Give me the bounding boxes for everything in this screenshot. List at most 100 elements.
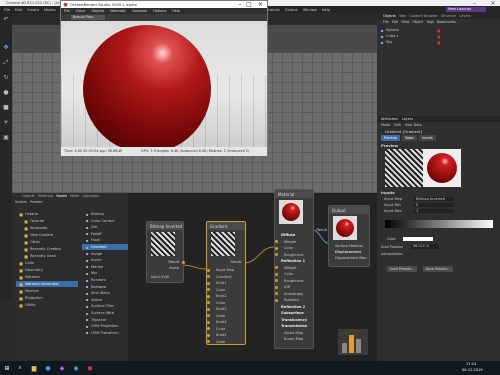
material-input-pin[interactable] (275, 292, 278, 295)
menu-file[interactable]: File (4, 8, 10, 12)
render-mode-select[interactable]: Beauty Pass (71, 15, 105, 20)
attributes-subtab-preview[interactable]: Preview (381, 135, 401, 141)
node-list-item-surface-wire[interactable]: ▪ Surface Wire (82, 310, 134, 316)
node-editor-tab-materials[interactable]: Materials (38, 194, 54, 198)
octane-menu-materials[interactable]: Materials (110, 9, 126, 13)
scale-icon[interactable]: ⤢ (1, 58, 11, 67)
render-output[interactable] (61, 21, 267, 147)
node-list-item-spline[interactable]: ▪ Spline (82, 297, 134, 303)
material-input-weight[interactable]: Weight (275, 265, 314, 271)
node-editor-tab-objects[interactable]: Objects (22, 194, 35, 198)
objects-menu-view[interactable]: View (401, 20, 409, 24)
tree-item-material[interactable]: ■ Material (16, 274, 78, 280)
gradient-input-pin[interactable] (207, 314, 210, 317)
node-list-item-surface-tiles[interactable]: ▪ Surface Tiles (82, 303, 134, 309)
light-icon[interactable]: ☀ (1, 118, 11, 127)
folder-icon[interactable]: ▆ (30, 364, 38, 372)
gradient-input-pin[interactable] (207, 268, 210, 272)
objects-tab-structure[interactable]: Structure (441, 14, 457, 18)
output-node[interactable]: Output Surface Material Displacement Dis… (328, 205, 370, 267)
tree-item-recently-used[interactable]: ■ Recently Used (16, 253, 78, 259)
attributes-menu-edit[interactable]: Edit (394, 123, 401, 127)
tree-item-color[interactable]: ■ Color (16, 260, 78, 266)
gradient-input-color-7[interactable]: Color (207, 313, 245, 319)
node-list-item-uvw-transform[interactable]: ▪ UVW Transform (82, 330, 134, 336)
tree-item-utility[interactable]: ■ Utility (16, 302, 78, 308)
gradient-input-pin[interactable] (207, 307, 210, 311)
attribute-value[interactable]: 1 (414, 209, 454, 213)
octane-menu-objects[interactable]: Objects (91, 9, 104, 13)
attributes-tab-attributes[interactable]: Attributes (381, 117, 398, 121)
gradient-input-pin[interactable] (207, 281, 210, 285)
material-input-roughness[interactable]: Roughness (275, 278, 314, 284)
tree-item-projection[interactable]: ■ Projection (16, 295, 78, 301)
browser-icon[interactable]: ● (44, 364, 52, 372)
gradient-input-pin[interactable] (207, 288, 210, 291)
node-list-item-sine-wave[interactable]: ▪ Sine Wave (82, 290, 134, 296)
material-input-color[interactable]: Color (275, 245, 314, 251)
cube-icon[interactable]: ■ (1, 103, 11, 112)
material-tag-icon[interactable]: ● (437, 34, 441, 39)
objects-menu-object[interactable]: Object (412, 20, 423, 24)
menu-create[interactable]: Create (27, 8, 39, 12)
material-input-pin[interactable] (275, 279, 278, 282)
menu-help[interactable]: Help (322, 8, 330, 12)
octane-menu-file[interactable]: File (64, 9, 70, 13)
material-node[interactable]: Material Result Diffuse Weight Color Roughn… (274, 189, 327, 349)
node-editor-tab-operators[interactable]: Operators (82, 194, 99, 198)
bitmap-inverted-node[interactable]: Bitmap Inverted Result Alpha Input UVW (146, 221, 185, 283)
node-editor-tab-nodes[interactable]: Nodes (56, 194, 67, 198)
visual-studio-icon[interactable]: ◆ (58, 364, 66, 372)
load-presets-button[interactable]: Load Presets... (387, 266, 417, 272)
node-list-item-rainbow[interactable]: ▪ Rainbow (82, 284, 134, 290)
objects-menu-edit[interactable]: Edit (392, 20, 399, 24)
menu-edit[interactable]: Edit (15, 8, 22, 12)
material-input-pin[interactable] (275, 246, 278, 250)
gradient-input-gradient-1[interactable]: Gradient (207, 274, 245, 280)
objects-menu-bookmarks[interactable]: Bookmarks (437, 20, 456, 24)
objects-tab-take[interactable]: Take (399, 14, 407, 18)
attribute-value[interactable]: 0 (414, 203, 454, 207)
node-list-item-random[interactable]: ▪ Random (82, 277, 134, 283)
material-section-transmission[interactable]: Transmission (278, 323, 314, 329)
gradient-bar[interactable] (385, 220, 493, 228)
material-input-color[interactable]: Color (275, 271, 314, 277)
material-input-rotation[interactable]: Rotation (275, 297, 314, 303)
material-input-weight[interactable]: Weight (275, 239, 314, 245)
gradient-input-knot5-10[interactable]: Knot5 (207, 332, 245, 338)
attributes-menu-mode[interactable]: Mode (381, 123, 390, 127)
material-section-reflection-1[interactable]: Reflection 1 (278, 258, 314, 264)
node-list-item-bitmap[interactable]: ▪ Bitmap (82, 211, 134, 217)
rotate-icon[interactable]: ↻ (1, 73, 11, 82)
objects-tab-layers[interactable]: Layers (459, 14, 470, 18)
tree-item-other[interactable]: ■ Other (16, 239, 78, 245)
octane-maximize-icon[interactable]: □ (245, 1, 253, 8)
tree-item-medium[interactable]: ■ Medium (16, 288, 78, 294)
color-swatch[interactable] (403, 237, 433, 241)
search-icon[interactable]: ⌕ (16, 364, 24, 372)
material-section-diffuse[interactable]: Diffuse (278, 232, 314, 238)
gradient-input-color-5[interactable]: Color (207, 300, 245, 306)
windows-start-icon[interactable]: ⊞ (3, 364, 11, 372)
material-section-subsurface[interactable]: Subsurface (278, 310, 314, 316)
material-input-pin[interactable] (275, 240, 278, 243)
tree-item-octane[interactable]: ■ Octane (16, 211, 78, 217)
attributes-tab-layers[interactable]: Layers (402, 117, 413, 121)
gradient-input-color-11[interactable]: Color (207, 339, 245, 345)
gradient-input-knot4-8[interactable]: Knot4 (207, 319, 245, 325)
layout-label[interactable]: New Layouts (446, 7, 486, 12)
attributes-subtab-basic[interactable]: Basic (402, 135, 418, 141)
octane-menu-options[interactable]: Options (153, 9, 166, 13)
tree-item-new-content[interactable]: ■ New Content (16, 232, 78, 238)
attributes-menu-user-data[interactable]: User Data (405, 123, 422, 127)
gradient-input-pin[interactable] (207, 301, 210, 304)
material-section-reflection-2[interactable]: Reflection 2 (278, 304, 314, 310)
save-presets-button[interactable]: Save Presets... (423, 266, 453, 272)
knot-position-value[interactable]: 96.225 % (411, 244, 439, 249)
octane-menu-help[interactable]: Help (172, 9, 180, 13)
material-input-anisotropy[interactable]: Anisotropy (275, 291, 314, 297)
gradient-input-knot1-2[interactable]: Knot1 (207, 280, 245, 286)
tree-item-keywords[interactable]: ■ Keywords (16, 225, 78, 231)
objects-tab-objects[interactable]: Objects (383, 14, 396, 18)
node-list-item-falloff[interactable]: ▪ Falloff (82, 231, 134, 237)
